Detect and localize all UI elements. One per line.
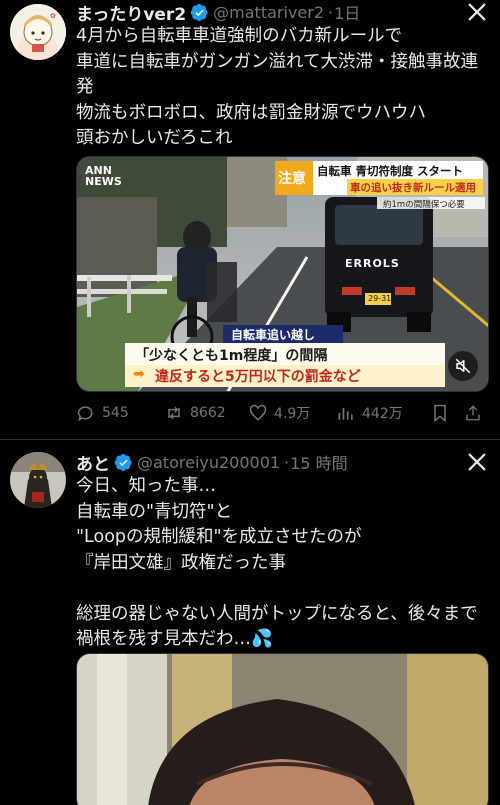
like-button[interactable]: 4.9万 <box>248 403 336 423</box>
svg-text:✿: ✿ <box>50 12 56 20</box>
tweet-text: 今日、知った事… 自転車の"青切符"と "Loopの規制緩和"を成立させたのが … <box>76 476 478 649</box>
speaker-muted-icon <box>455 358 471 374</box>
tweet-header: まったりver2 @mattariver2 · 1日 <box>76 0 460 25</box>
news-logo: ANN NEWS <box>85 164 122 188</box>
tweet-header: あと @atoreiyu200001 · 15 時間 <box>76 450 460 475</box>
bookmark-button[interactable] <box>430 403 464 423</box>
mute-button[interactable] <box>448 351 478 381</box>
handle[interactable]: @atoreiyu200001 <box>137 453 280 472</box>
heart-icon <box>249 404 267 421</box>
portrait-photo <box>77 654 488 805</box>
video-small-note: 約1mの間隔保つ必要 <box>383 200 465 210</box>
bookmark-icon <box>434 404 446 423</box>
reply-count: 545 <box>102 405 129 421</box>
share-button[interactable] <box>464 403 488 423</box>
action-bar: 545 8662 4.9万 442万 <box>76 400 492 426</box>
handle[interactable]: @mattariver2 <box>213 3 324 22</box>
caption-arrow-icon: ➡ <box>133 366 145 382</box>
timestamp[interactable]: 15 時間 <box>290 450 347 474</box>
van-brand: ERROLS <box>345 257 400 270</box>
avatar-illustration: ✿ <box>10 4 66 60</box>
reply-button[interactable]: 545 <box>76 403 164 423</box>
tweet-video[interactable]: ANN NEWS 注意 自転車 青切符制度 スタート 車の追い抜き新ルール適用 … <box>76 156 489 392</box>
like-count: 4.9万 <box>274 406 311 422</box>
video-badge-main: 車の追い抜き新ルール適用 <box>350 182 476 194</box>
avatar[interactable] <box>10 452 66 508</box>
view-count: 442万 <box>362 406 403 422</box>
caption-line-1: 「少なくとも1m程度」の間隔 <box>135 348 328 364</box>
display-name[interactable]: あと <box>76 450 110 475</box>
analytics-icon <box>338 408 353 420</box>
separator-dot: · <box>284 452 290 472</box>
tweet-2[interactable]: あと @atoreiyu200001 · 15 時間 今日、知った事… 自転車の… <box>0 440 500 805</box>
tweet-1[interactable]: ✿ まったりver2 @mattariver2 · 1日 4月から自転車車道強制… <box>0 0 500 440</box>
share-icon <box>466 405 480 421</box>
verified-badge-icon <box>114 453 132 471</box>
avatar-statue-image <box>10 452 66 508</box>
tweet-text: 4月から自転車車道強制のバカ新ルールで 車道に自転車がガンガン溢れて大渋滞・接触… <box>76 26 478 148</box>
avatar[interactable]: ✿ <box>10 4 66 60</box>
verified-badge-icon <box>190 3 208 21</box>
timestamp[interactable]: 1日 <box>334 0 360 24</box>
video-badge-top: 自転車 青切符制度 スタート <box>317 164 464 178</box>
caption-line-2: 違反すると5万円以下の罰金など <box>155 369 361 385</box>
retweet-button[interactable]: 8662 <box>164 403 248 423</box>
retweet-icon <box>168 406 180 420</box>
close-icon[interactable] <box>466 451 488 473</box>
separator-dot: · <box>328 2 334 22</box>
van-plate: 29-31 <box>368 294 392 303</box>
display-name[interactable]: まったりver2 <box>76 0 186 25</box>
caption-head: 自転車追い越し <box>231 328 316 342</box>
video-badge-tag: 注意 <box>278 171 306 187</box>
retweet-count: 8662 <box>190 405 226 421</box>
close-icon[interactable] <box>466 1 488 23</box>
tweet-image[interactable] <box>76 653 489 805</box>
views-button[interactable]: 442万 <box>336 403 430 423</box>
reply-icon <box>77 406 93 422</box>
